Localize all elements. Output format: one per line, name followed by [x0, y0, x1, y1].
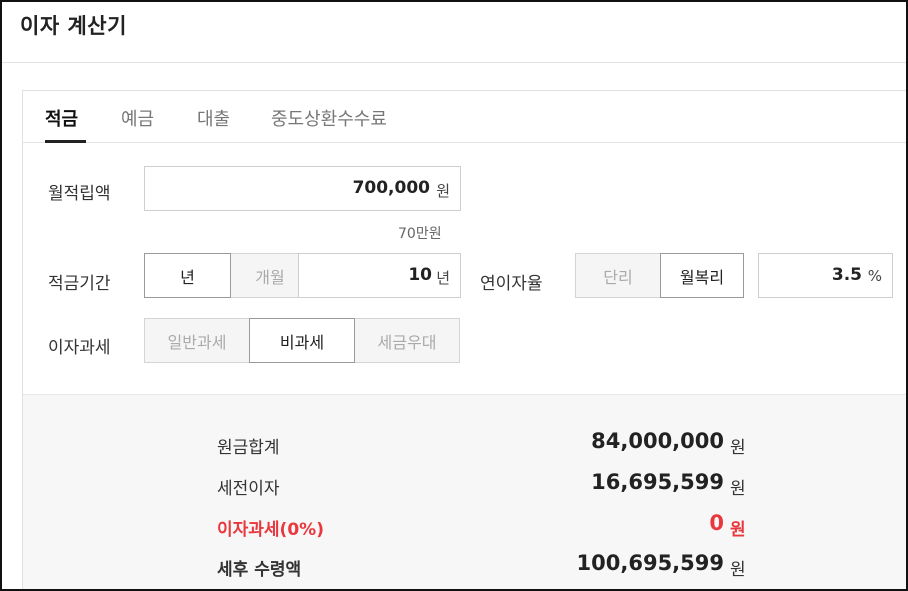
result-interest-tax-value: 0	[709, 511, 724, 535]
monthly-label: 월적립액	[48, 184, 111, 204]
monthly-amount-input[interactable]: 700,000 원	[144, 166, 461, 211]
result-net-amount-unit: 원	[730, 560, 746, 580]
result-net-amount-value: 100,695,599	[576, 551, 724, 575]
monthly-amount-value: 700,000	[352, 178, 430, 198]
rate-value: 3.5	[831, 265, 862, 285]
calculator-panel: 적금 예금 대출 중도상환수수료 월적립액 700,000 원 70만원 적금기…	[22, 90, 906, 589]
tab-deposit[interactable]: 예금	[121, 105, 154, 131]
rate-option-monthly-compound[interactable]: 월복리	[660, 253, 744, 298]
rate-unit: %	[867, 267, 882, 285]
period-value: 10	[408, 265, 432, 285]
rate-type-toggle: 단리 월복리	[575, 253, 744, 298]
tab-prepayment-fee[interactable]: 중도상환수수료	[271, 105, 387, 131]
tab-loan[interactable]: 대출	[197, 105, 230, 131]
result-section: 원금합계 84,000,000 원 세전이자 16,695,599 원 이자과세…	[23, 394, 906, 589]
result-interest-tax-unit: 원	[730, 520, 746, 540]
rate-label: 연이자율	[480, 274, 543, 294]
result-interest-tax-label: 이자과세(0%)	[217, 520, 324, 540]
tax-option-exempt[interactable]: 비과세	[249, 318, 355, 363]
tab-savings[interactable]: 적금	[45, 105, 78, 131]
tax-option-preferential[interactable]: 세금우대	[354, 318, 460, 363]
result-pretax-interest-label: 세전이자	[217, 479, 280, 499]
tax-type-toggle: 일반과세 비과세 세금우대	[144, 318, 460, 363]
period-option-year[interactable]: 년	[144, 253, 231, 298]
period-unit-toggle: 년 개월	[144, 253, 310, 298]
app-title: 이자 계산기	[20, 14, 127, 38]
tax-label: 이자과세	[48, 338, 111, 358]
period-input[interactable]: 10 년	[298, 253, 461, 298]
rate-option-simple[interactable]: 단리	[575, 253, 661, 298]
rate-input[interactable]: 3.5 %	[758, 253, 893, 298]
result-net-amount-label: 세후 수령액	[217, 560, 302, 580]
monthly-amount-unit: 원	[436, 182, 450, 200]
result-principal-value: 84,000,000	[591, 429, 724, 453]
monthly-amount-hint: 70만원	[398, 226, 442, 242]
header-divider	[2, 62, 906, 63]
result-pretax-interest-unit: 원	[730, 479, 746, 499]
period-unit: 년	[436, 269, 450, 287]
tab-bar: 적금 예금 대출 중도상환수수료	[23, 91, 906, 143]
active-tab-indicator	[45, 140, 86, 143]
period-label: 적금기간	[48, 274, 111, 294]
result-principal-unit: 원	[730, 438, 746, 458]
result-pretax-interest-value: 16,695,599	[591, 470, 724, 494]
calculator-window: 이자 계산기 적금 예금 대출 중도상환수수료 월적립액 700,000 원 7…	[0, 0, 908, 591]
result-principal-label: 원금합계	[217, 438, 280, 458]
tax-option-general[interactable]: 일반과세	[144, 318, 250, 363]
